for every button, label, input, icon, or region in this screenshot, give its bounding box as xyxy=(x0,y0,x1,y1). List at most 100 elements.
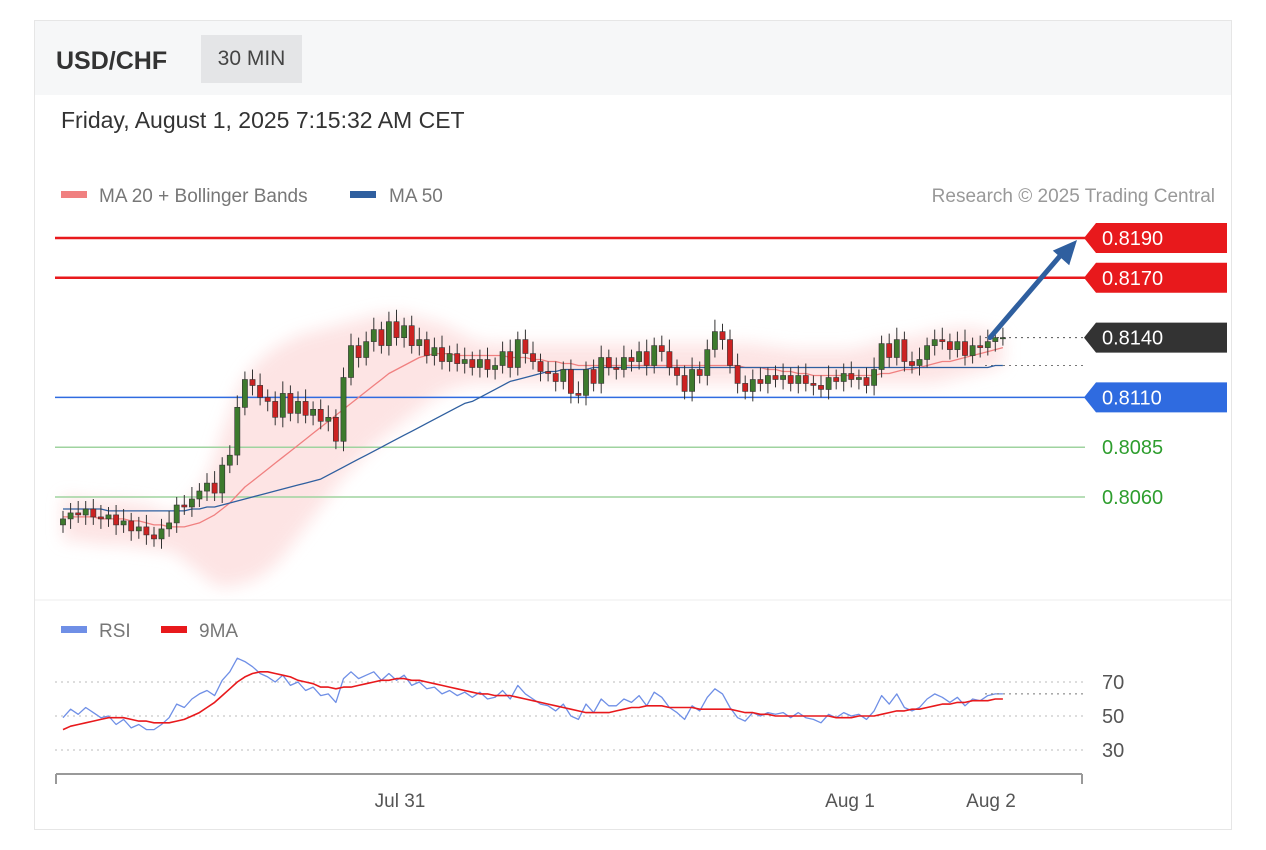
candle-body xyxy=(689,369,695,392)
candle-body xyxy=(764,375,771,384)
rsi-gridlines: 70 50 30 xyxy=(55,672,1124,762)
candle-body xyxy=(757,379,764,384)
candle-body xyxy=(772,375,779,380)
candle-body xyxy=(886,343,893,358)
candle-body xyxy=(545,371,551,374)
candle-body xyxy=(492,365,498,370)
candle-body xyxy=(605,357,612,368)
candle-body xyxy=(628,357,635,362)
legend-swatch-rsi xyxy=(61,626,87,633)
candle-body xyxy=(242,379,248,408)
9ma-line xyxy=(62,671,1003,731)
legend-swatch-ma20 xyxy=(61,191,87,198)
candle-body xyxy=(211,482,218,494)
copyright-text: Research © 2025 Trading Central xyxy=(932,186,1215,207)
candle-body xyxy=(416,339,423,346)
candle-body xyxy=(530,353,536,362)
candle-body xyxy=(257,385,263,398)
candle-body xyxy=(598,357,605,384)
candle-body xyxy=(310,408,316,416)
legend-label-9ma: 9MA xyxy=(199,621,238,642)
candle-body xyxy=(393,321,400,338)
candle-body xyxy=(439,347,445,362)
candle-body xyxy=(363,341,370,358)
candle-body xyxy=(681,375,688,392)
candle-body xyxy=(332,416,339,442)
candle-body xyxy=(158,528,165,540)
candle-body xyxy=(264,397,271,402)
price-chart-svg: MA 20 + Bollinger Bands MA 50 Research ©… xyxy=(35,186,1231,812)
candle-body xyxy=(340,377,347,442)
candle-body xyxy=(408,325,415,346)
candle-body xyxy=(454,353,461,364)
legend-label-ma50: MA 50 xyxy=(389,186,443,207)
level-tag-2: 0.8140 xyxy=(1084,322,1227,353)
candle-body xyxy=(575,393,582,396)
candle-body xyxy=(189,498,195,508)
candle-body xyxy=(317,408,324,422)
candle-body xyxy=(348,345,354,378)
candle-body xyxy=(848,373,855,380)
candle-body xyxy=(431,347,438,356)
level-tags: 0.8190 0.8170 0.8140 0.8110 0.8085 0.8060 xyxy=(1084,223,1227,509)
candle-body xyxy=(795,375,802,384)
candle-body xyxy=(135,526,142,532)
candle-body xyxy=(484,359,491,370)
candle-body xyxy=(636,351,642,362)
legend-swatch-9ma xyxy=(161,626,187,633)
candle-body xyxy=(98,516,104,520)
candle-body xyxy=(226,454,233,466)
candle-body xyxy=(620,357,627,370)
candle-body xyxy=(833,377,840,382)
candle-body xyxy=(514,339,521,368)
candle-body xyxy=(461,359,468,364)
candle-body xyxy=(287,393,294,414)
candle-body xyxy=(719,331,726,340)
candle-body xyxy=(780,375,786,380)
x-tick-label-2: Aug 2 xyxy=(966,791,1016,812)
candle-body xyxy=(302,401,309,416)
candle-body xyxy=(878,343,885,370)
candle-body xyxy=(423,339,430,356)
candle-body xyxy=(855,377,862,380)
level-tag-label: 0.8190 xyxy=(1102,228,1163,250)
candle-body xyxy=(909,361,915,366)
level-tag-label: 0.8060 xyxy=(1102,487,1163,509)
candle-body xyxy=(818,385,824,390)
rsi-lines xyxy=(62,657,1085,731)
candle-body xyxy=(977,345,984,348)
candle-body xyxy=(143,526,150,536)
candle-body xyxy=(113,514,119,526)
candle-body xyxy=(128,520,135,532)
candle-body xyxy=(355,345,362,358)
candle-body xyxy=(446,353,453,362)
candle-body xyxy=(181,504,188,508)
candle-body xyxy=(272,401,279,418)
candle-body xyxy=(196,490,203,500)
candle-body xyxy=(507,351,514,368)
candle-body xyxy=(696,369,703,376)
candle-body xyxy=(802,375,809,384)
candle-body xyxy=(742,383,749,392)
candle-body xyxy=(75,512,82,516)
forecast-arrow xyxy=(987,240,1077,341)
level-tag-4: 0.8085 xyxy=(1102,437,1163,459)
candle-body xyxy=(522,339,529,354)
candle-body xyxy=(82,508,89,516)
candle-body xyxy=(90,508,97,518)
candle-body xyxy=(552,373,559,382)
candle-body xyxy=(840,373,847,382)
candle-body xyxy=(613,367,620,370)
candle-body xyxy=(787,375,794,384)
candle-body xyxy=(60,518,66,526)
x-axis: Jul 31 Aug 1 Aug 2 xyxy=(55,773,1083,812)
candle-body xyxy=(567,369,574,394)
level-tag-5: 0.8060 xyxy=(1102,487,1163,509)
candle-body xyxy=(151,534,157,540)
candle-body xyxy=(499,351,506,366)
forecast-arrow-shaft xyxy=(987,246,1069,341)
candle-body xyxy=(560,369,567,382)
candle-body xyxy=(946,341,953,350)
candle-body xyxy=(173,504,180,524)
candle-body xyxy=(666,351,673,368)
